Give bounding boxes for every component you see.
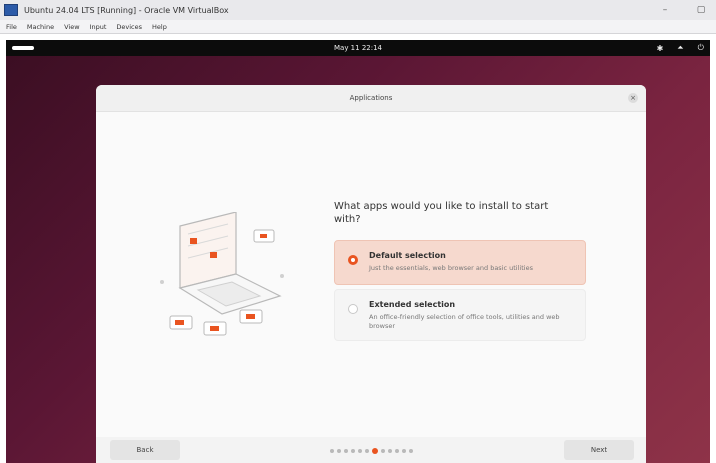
system-tray[interactable]: ✱ ⏶ ⏻: [657, 40, 704, 56]
step-dot-active: [371, 448, 378, 454]
step-dot: [394, 449, 399, 453]
installer-dialog: Applications × What apps would you like …: [96, 85, 646, 463]
accessibility-icon[interactable]: ✱: [657, 44, 664, 53]
step-dot: [387, 449, 392, 453]
question-heading: What apps would you like to install to s…: [334, 201, 549, 225]
vbox-titlebar: Ubuntu 24.04 LTS [Running] - Oracle VM V…: [0, 0, 716, 20]
close-icon[interactable]: ×: [628, 93, 638, 103]
option-title: Default selection: [369, 251, 446, 260]
menu-file[interactable]: File: [6, 23, 17, 31]
menu-devices[interactable]: Devices: [116, 23, 142, 31]
menu-view[interactable]: View: [64, 23, 79, 31]
option-description: Just the essentials, web browser and bas…: [369, 264, 533, 272]
step-dot: [364, 449, 369, 453]
minimize-button[interactable]: –: [660, 5, 670, 15]
step-dot: [343, 449, 348, 453]
dialog-footer: Back Next: [96, 437, 646, 463]
radio-extended[interactable]: [348, 304, 358, 314]
virtualbox-icon: [4, 4, 18, 16]
window-title: Ubuntu 24.04 LTS [Running] - Oracle VM V…: [24, 5, 229, 15]
step-indicator: [316, 447, 426, 455]
radio-default-selected[interactable]: [348, 255, 358, 265]
next-button[interactable]: Next: [564, 440, 634, 460]
step-dot: [380, 449, 385, 453]
dialog-title: Applications: [349, 94, 393, 102]
menu-input[interactable]: Input: [90, 23, 107, 31]
step-dot: [350, 449, 355, 453]
step-dot: [336, 449, 341, 453]
option-description: An office-friendly selection of office t…: [369, 313, 560, 330]
option-extended-selection[interactable]: Extended selection An office-friendly se…: [334, 289, 586, 341]
network-icon[interactable]: ⏶: [677, 43, 683, 53]
step-dot: [408, 449, 413, 453]
vbox-menubar: File Machine View Input Devices Help: [0, 20, 716, 34]
step-dot: [401, 449, 406, 453]
gnome-top-bar: May 11 22:14 ✱ ⏶ ⏻: [6, 40, 710, 56]
clock[interactable]: May 11 22:14: [6, 40, 710, 56]
menu-help[interactable]: Help: [152, 23, 167, 31]
maximize-button[interactable]: ▢: [696, 5, 706, 15]
dialog-header: Applications ×: [96, 85, 646, 112]
guest-desktop: May 11 22:14 ✱ ⏶ ⏻ Applications × What a…: [6, 40, 710, 463]
option-title: Extended selection: [369, 300, 456, 309]
step-dot: [329, 449, 334, 453]
power-icon[interactable]: ⏻: [698, 43, 704, 53]
menu-machine[interactable]: Machine: [27, 23, 54, 31]
window-controls: – ▢: [660, 0, 706, 20]
back-button[interactable]: Back: [110, 440, 180, 460]
laptop-illustration-icon: [160, 212, 284, 336]
option-default-selection[interactable]: Default selection Just the essentials, w…: [334, 240, 586, 285]
step-dot: [357, 449, 362, 453]
